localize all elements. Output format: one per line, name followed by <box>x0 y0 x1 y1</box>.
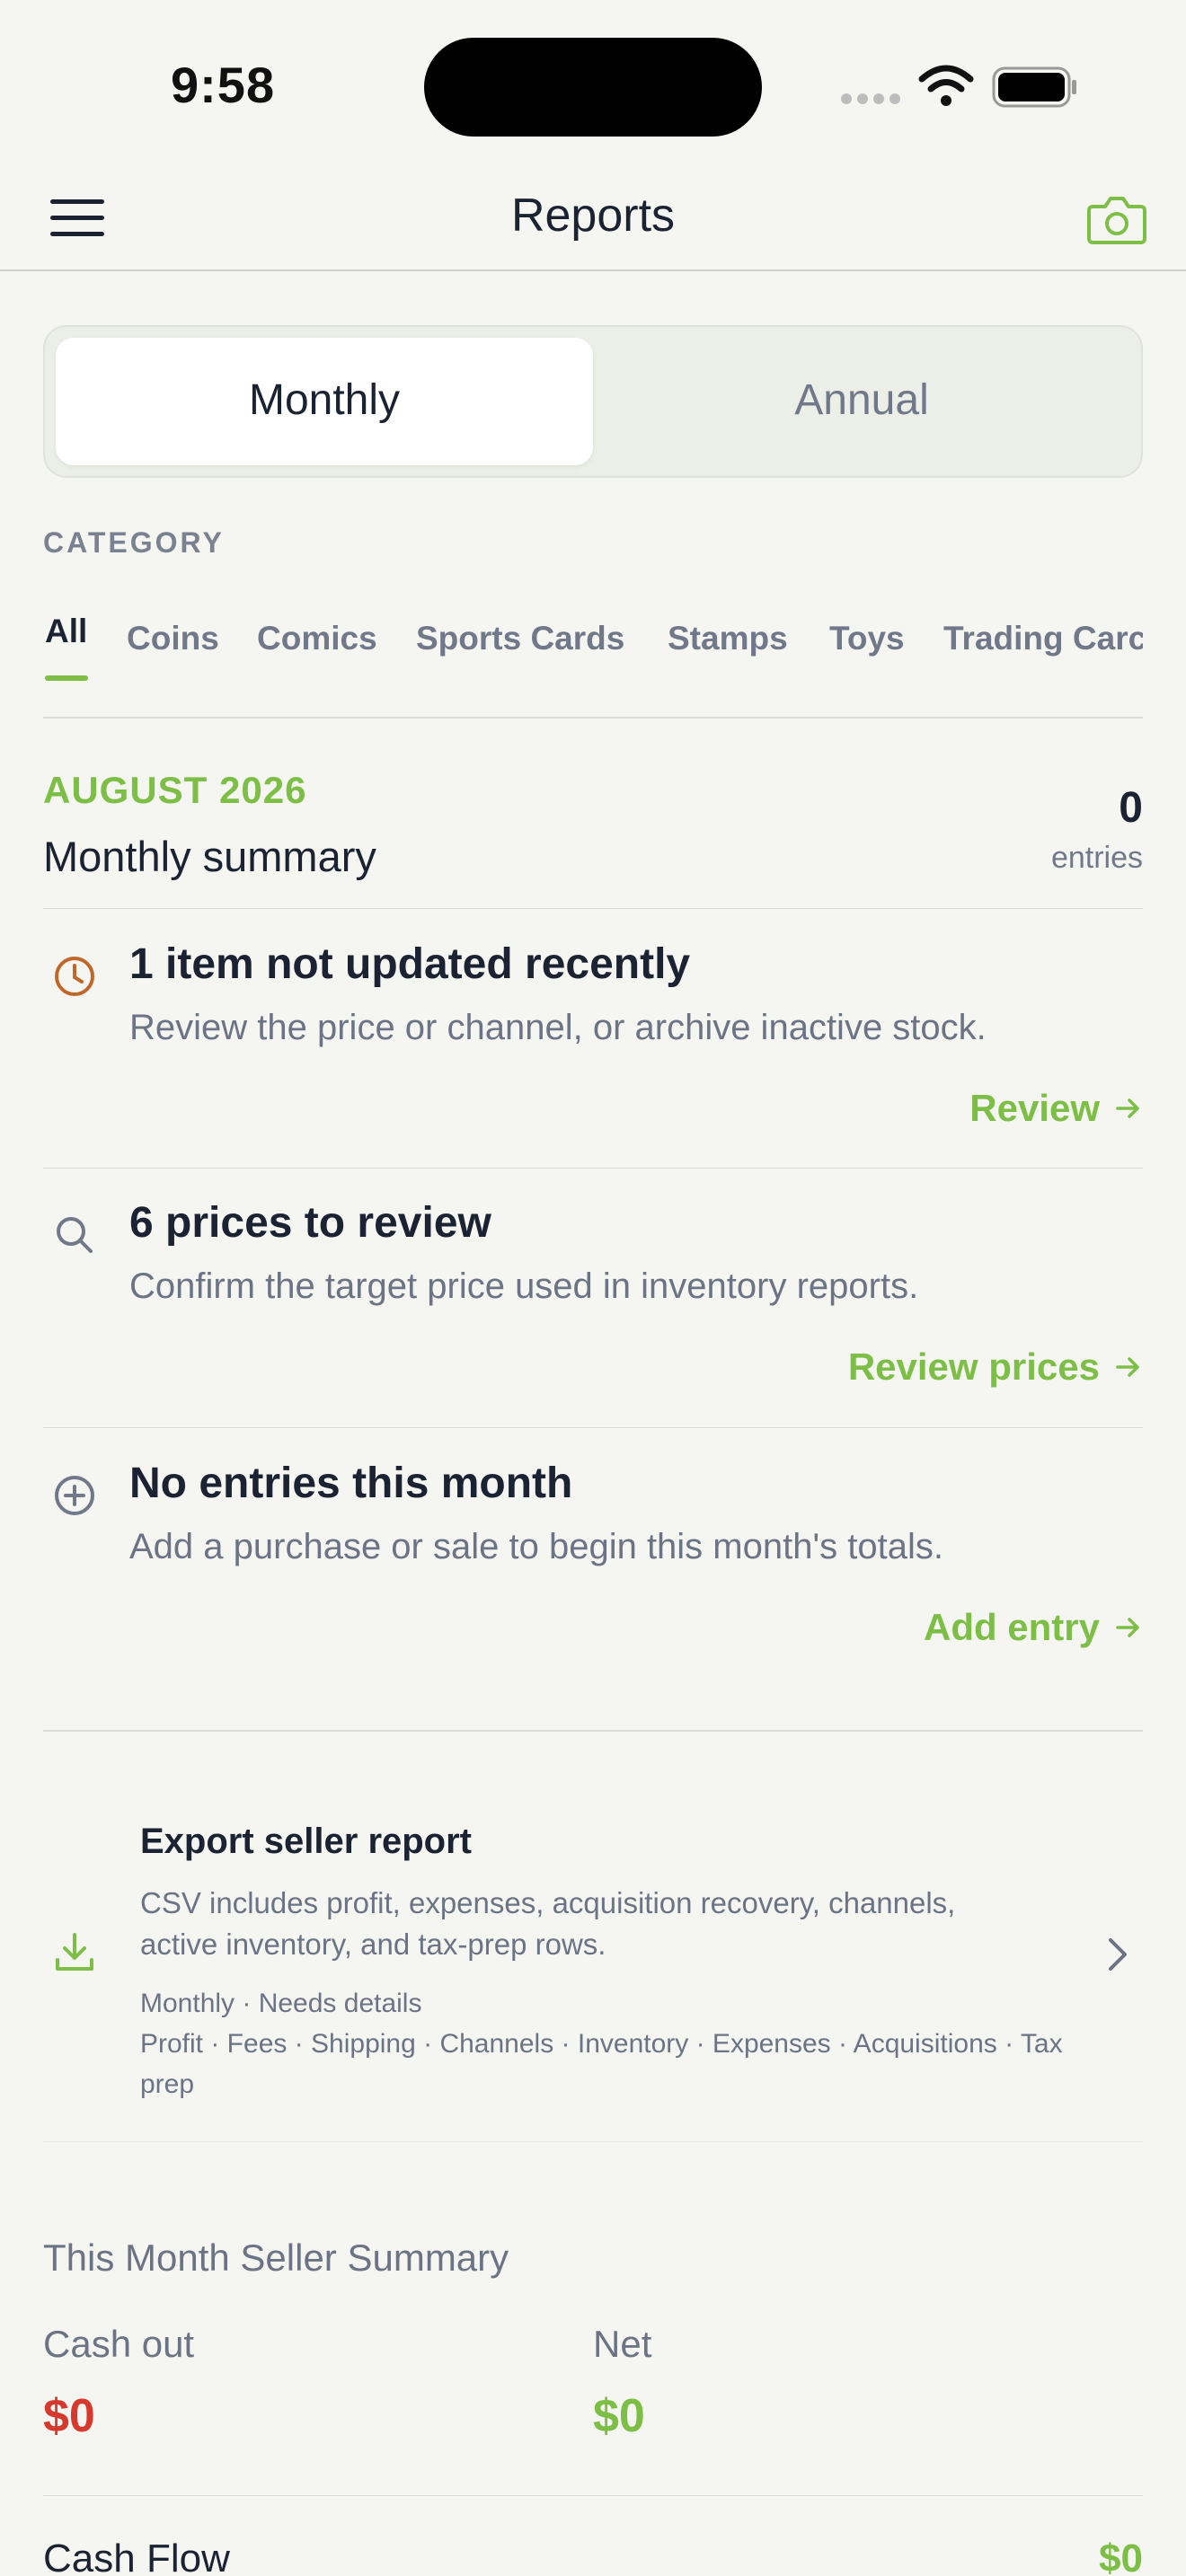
alert-title: No entries this month <box>129 1460 573 1507</box>
download-icon <box>56 1933 93 1971</box>
clock-icon <box>55 957 94 996</box>
chevron-right-icon <box>1109 1938 1127 1971</box>
category-label: CATEGORY <box>43 526 225 559</box>
export-meta-status: Monthly · Needs details <box>140 1989 422 2018</box>
review-link[interactable]: Review <box>969 1087 1143 1130</box>
page-title: Reports <box>510 190 676 242</box>
seller-summary-title: This Month Seller Summary <box>43 2236 509 2279</box>
category-tab-trading-cards[interactable]: Trading Carc <box>943 620 1143 657</box>
month-label: AUGUST 2026 <box>43 769 307 811</box>
category-tab-stamps[interactable]: Stamps <box>668 620 788 657</box>
divider <box>43 2495 1143 2496</box>
alert-title: 6 prices to review <box>129 1199 491 1247</box>
divider <box>43 1168 1143 1169</box>
status-time: 9:58 <box>171 57 276 113</box>
category-tab-all[interactable]: All <box>45 613 87 650</box>
plus-circle-icon <box>55 1476 94 1515</box>
divider <box>43 1427 1143 1428</box>
net-value: $0 <box>593 2390 645 2442</box>
divider <box>43 908 1143 909</box>
add-entry-link[interactable]: Add entry <box>924 1606 1143 1649</box>
camera-icon[interactable] <box>1087 194 1146 244</box>
alert-description: Review the price or channel, or archive … <box>129 1008 987 1047</box>
cash-flow-label: Cash Flow <box>43 2536 230 2576</box>
dynamic-island <box>424 38 762 137</box>
review-link-label[interactable]: Review <box>969 1087 1100 1130</box>
segment-monthly-label[interactable]: Monthly <box>56 375 593 425</box>
category-tab-sports-cards[interactable]: Sports Cards <box>416 620 624 657</box>
entries-count: 0 <box>1119 784 1143 832</box>
export-meta-sections: Profit · Fees · Shipping · Channels · In… <box>140 2029 1063 2099</box>
alert-title: 1 item not updated recently <box>129 940 691 988</box>
export-description: CSV includes profit, expenses, acquisiti… <box>140 1886 956 1961</box>
divider <box>43 2141 1143 2142</box>
export-meta: Monthly · Needs details Profit · Fees · … <box>140 1983 1075 2104</box>
divider <box>43 717 1143 719</box>
category-tab-toys[interactable]: Toys <box>829 620 905 657</box>
arrow-right-icon <box>1116 1618 1139 1637</box>
category-active-indicator <box>45 675 88 681</box>
alert-description: Confirm the target price used in invento… <box>129 1266 919 1306</box>
review-prices-link[interactable]: Review prices <box>848 1345 1143 1389</box>
segment-annual[interactable]: Annual <box>593 375 1130 425</box>
cellular-signal-icon <box>841 93 900 104</box>
divider <box>43 1730 1143 1732</box>
arrow-right-icon <box>1116 1357 1139 1377</box>
category-tab-comics[interactable]: Comics <box>257 620 377 657</box>
net-label: Net <box>593 2323 652 2365</box>
alert-description: Add a purchase or sale to begin this mon… <box>129 1527 943 1566</box>
review-prices-link-label[interactable]: Review prices <box>848 1345 1100 1389</box>
export-title: Export seller report <box>140 1822 473 1861</box>
wifi-icon <box>918 65 974 106</box>
category-tab-coins[interactable]: Coins <box>127 620 219 657</box>
cash-out-value: $0 <box>43 2390 95 2442</box>
entries-label: entries <box>1050 841 1143 875</box>
search-icon <box>57 1217 93 1253</box>
category-tab-trading-cards-clip: Trading Carc <box>943 611 1143 665</box>
cash-flow-value: $0 <box>1099 2536 1143 2576</box>
cash-out-label: Cash out <box>43 2323 195 2365</box>
battery-icon <box>992 66 1076 108</box>
add-entry-link-label[interactable]: Add entry <box>924 1606 1100 1649</box>
arrow-right-icon <box>1116 1098 1139 1118</box>
summary-title: Monthly summary <box>43 833 376 880</box>
